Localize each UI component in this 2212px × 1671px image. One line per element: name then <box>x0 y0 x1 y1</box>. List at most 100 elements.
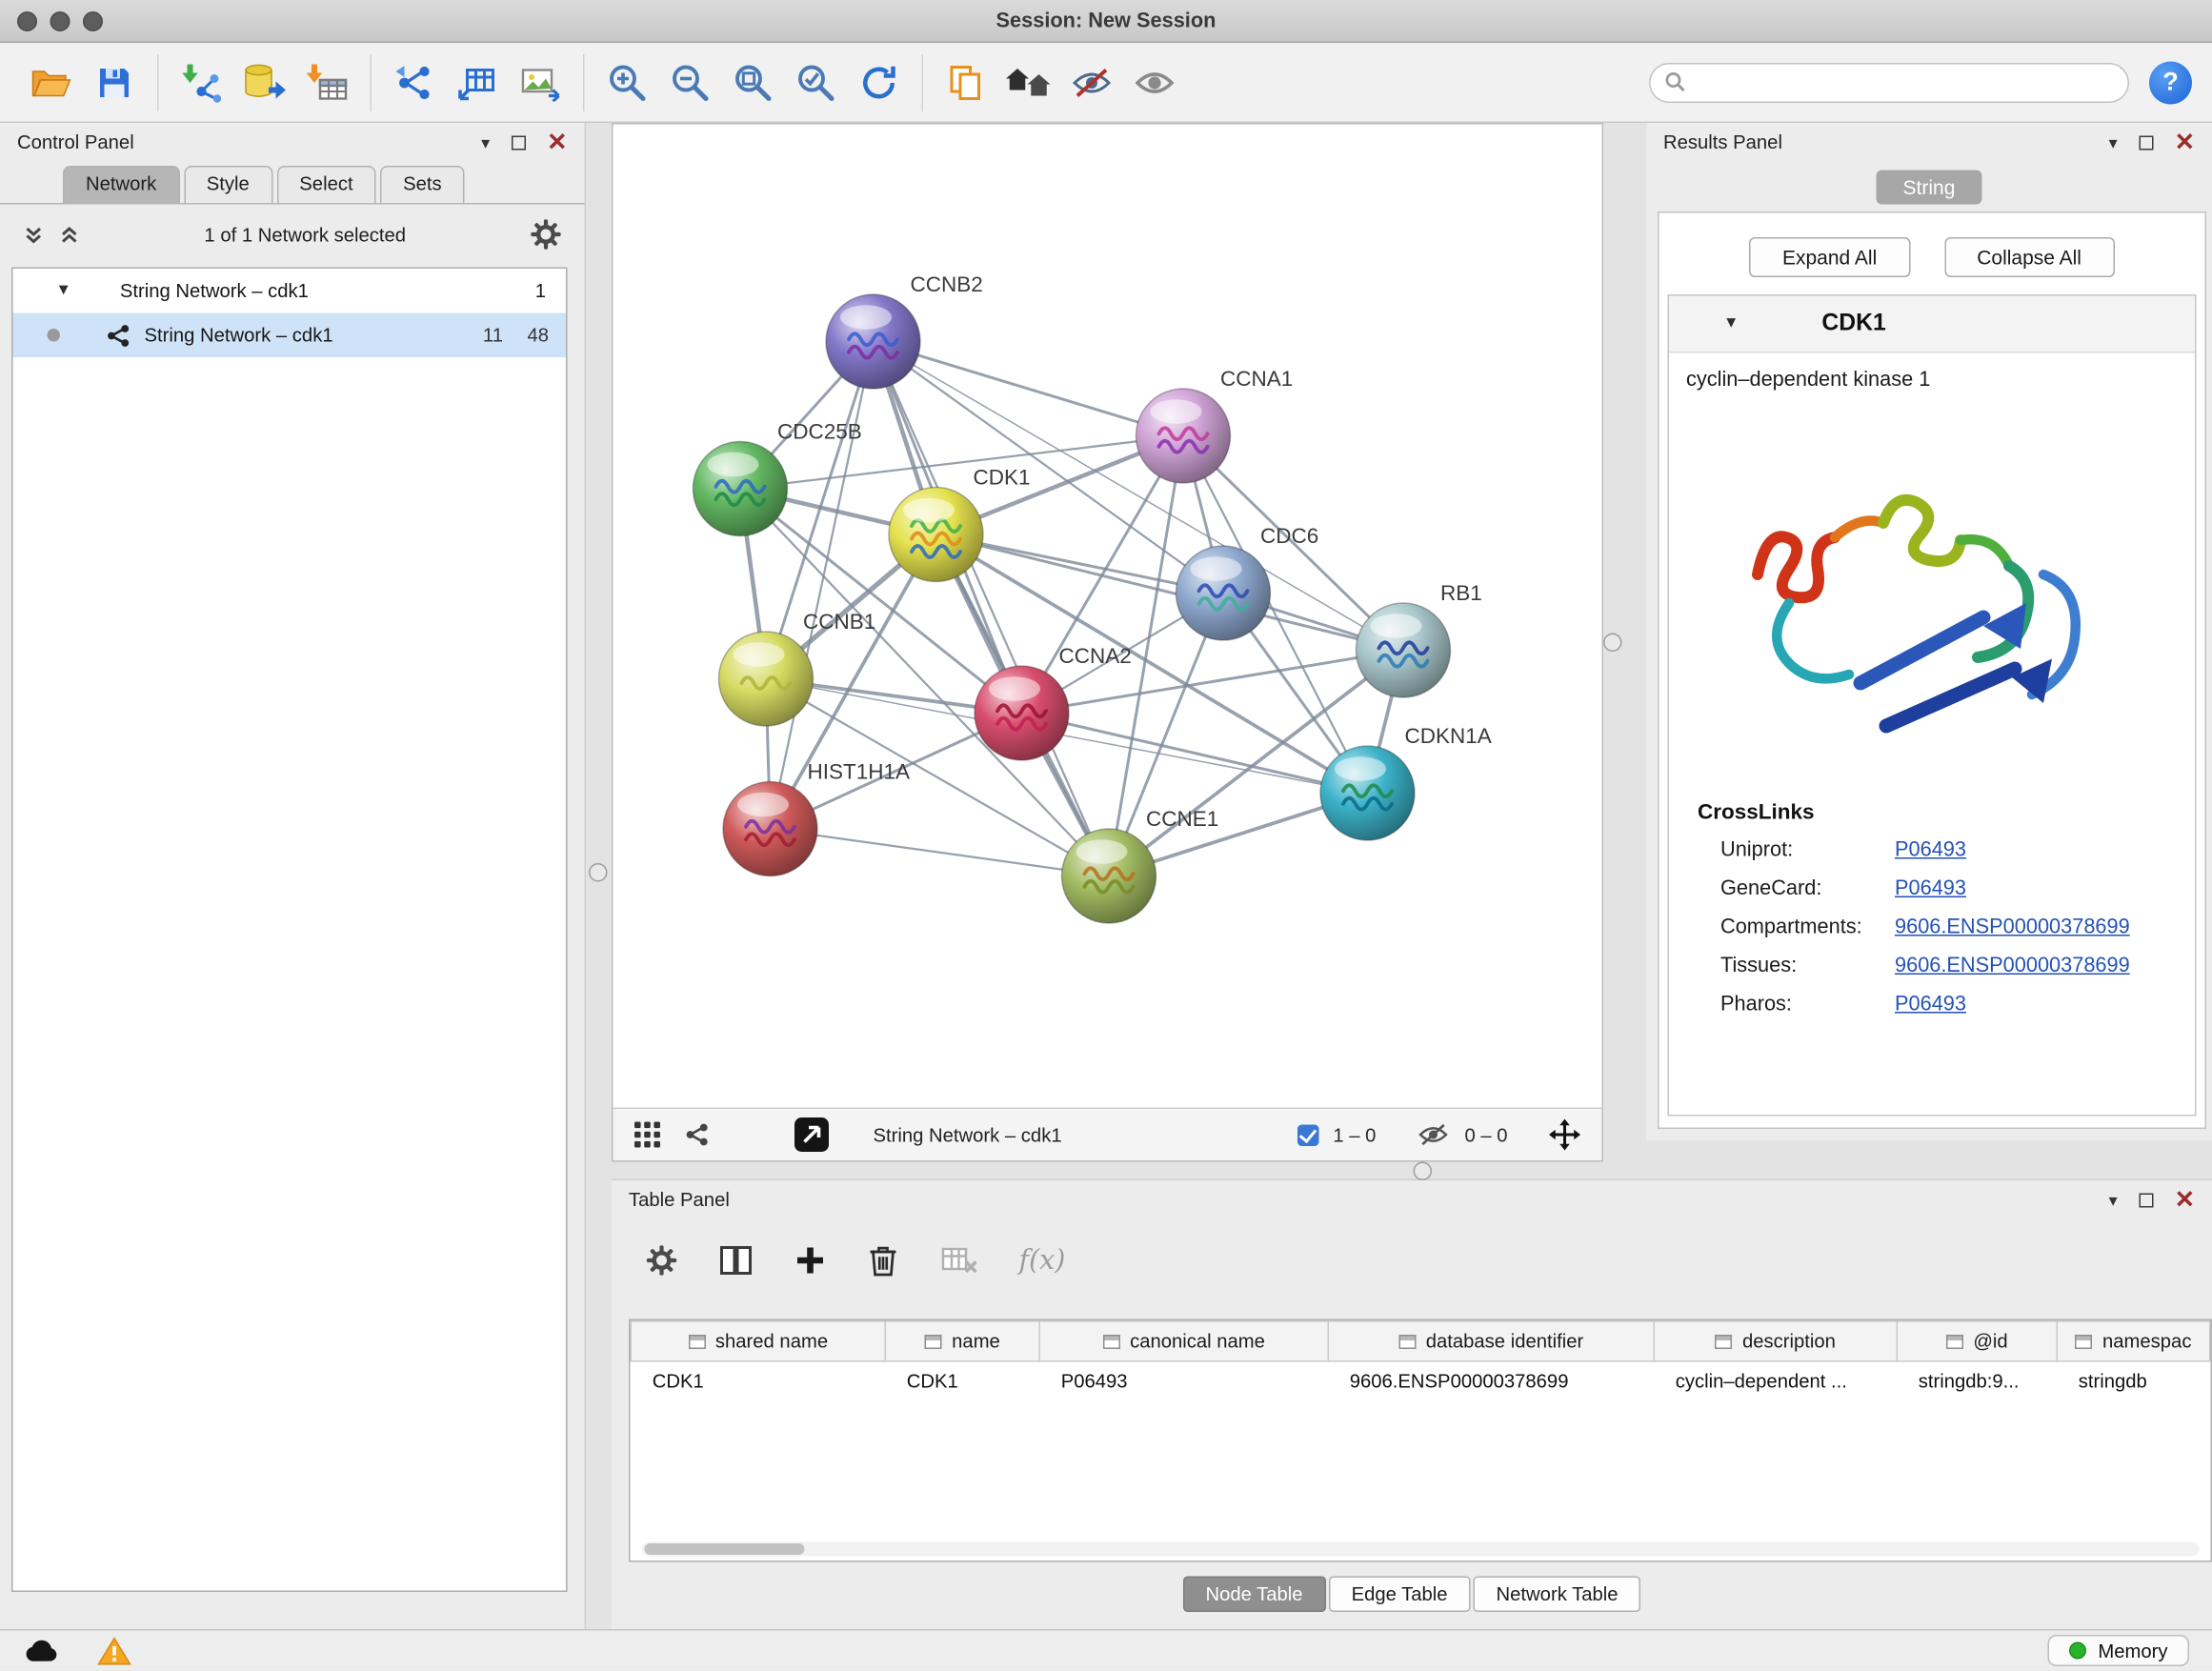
disclosure-triangle-icon[interactable]: ▼ <box>1723 316 1739 332</box>
show-columns-icon[interactable] <box>719 1245 754 1277</box>
tab-network-table[interactable]: Network Table <box>1474 1577 1641 1613</box>
import-network-database-button[interactable] <box>233 53 296 111</box>
network-row-selected[interactable]: String Network – cdk1 11 48 <box>13 313 567 358</box>
horizontal-scrollbar[interactable] <box>642 1542 2200 1557</box>
close-panel-icon[interactable]: ✕ <box>547 131 567 155</box>
duplicate-document-button[interactable] <box>935 53 997 111</box>
table-cell[interactable]: stringdb <box>2057 1361 2210 1401</box>
home-button[interactable] <box>997 53 1060 111</box>
refresh-layout-button[interactable] <box>848 53 911 111</box>
pan-crosshair-icon[interactable] <box>1548 1117 1582 1152</box>
gear-icon[interactable] <box>531 219 562 251</box>
network-edge[interactable] <box>771 342 874 830</box>
panel-menu-icon[interactable]: ▾ <box>481 133 490 151</box>
zoom-fit-button[interactable] <box>722 53 785 111</box>
tab-sets[interactable]: Sets <box>380 166 465 203</box>
column-header-name[interactable]: name <box>885 1321 1039 1361</box>
close-panel-icon[interactable]: ✕ <box>2175 131 2195 155</box>
warning-icon[interactable] <box>97 1636 131 1666</box>
close-window-button[interactable] <box>17 11 37 31</box>
crosslink-link[interactable]: P06493 <box>1895 877 1966 900</box>
collapse-all-chevron-icon[interactable] <box>23 224 45 246</box>
tab-style[interactable]: Style <box>184 166 272 203</box>
zoom-selected-button[interactable] <box>785 53 848 111</box>
gene-header[interactable]: ▼ CDK1 <box>1669 296 2195 353</box>
float-panel-icon[interactable] <box>2139 1193 2153 1207</box>
column-header--id[interactable]: @id <box>1897 1321 2057 1361</box>
float-panel-icon[interactable] <box>512 135 526 150</box>
tab-node-table[interactable]: Node Table <box>1182 1577 1325 1613</box>
table-cell[interactable]: P06493 <box>1039 1361 1328 1401</box>
tab-network[interactable]: Network <box>63 166 179 203</box>
table-row[interactable]: CDK1CDK1P064939606.ENSP00000378699cyclin… <box>631 1361 2210 1401</box>
network-node-cdk1[interactable]: CDK1 <box>889 466 1031 582</box>
table-cell[interactable]: cyclin–dependent ... <box>1654 1361 1897 1401</box>
new-table-button[interactable] <box>446 53 509 111</box>
zoom-in-button[interactable] <box>596 53 659 111</box>
crosslink-link[interactable]: P06493 <box>1895 994 1966 1017</box>
network-collection-row[interactable]: ▼ String Network – cdk1 1 <box>13 269 567 313</box>
grid-view-icon[interactable] <box>633 1120 662 1149</box>
network-node-ccna1[interactable]: CCNA1 <box>1136 367 1294 483</box>
column-header-namespac[interactable]: namespac <box>2057 1321 2210 1361</box>
tab-select[interactable]: Select <box>276 166 375 203</box>
column-header-description[interactable]: description <box>1654 1321 1897 1361</box>
float-panel-icon[interactable] <box>2139 135 2153 150</box>
network-node-ccnb1[interactable]: CCNB1 <box>719 610 876 726</box>
new-network-button[interactable] <box>383 53 446 111</box>
zoom-out-button[interactable] <box>659 53 722 111</box>
network-node-rb1[interactable]: RB1 <box>1357 581 1482 697</box>
show-details-button[interactable] <box>1123 53 1186 111</box>
detach-view-button[interactable] <box>794 1117 831 1154</box>
save-session-button[interactable] <box>83 53 146 111</box>
network-edge[interactable] <box>771 829 1110 876</box>
splitter-handle-left[interactable] <box>589 863 608 882</box>
open-session-button[interactable] <box>20 53 83 111</box>
network-node-cdkn1a[interactable]: CDKN1A <box>1320 724 1492 840</box>
network-edge[interactable] <box>936 534 1404 651</box>
collapse-all-button[interactable]: Collapse All <box>1944 237 2115 277</box>
splitter-handle-right[interactable] <box>1603 634 1622 653</box>
memory-button[interactable]: Memory <box>2048 1636 2189 1667</box>
panel-menu-icon[interactable]: ▾ <box>2109 1191 2118 1208</box>
network-node-hist1h1a[interactable]: HIST1H1A <box>723 760 910 876</box>
disclosure-triangle-icon[interactable]: ▼ <box>56 283 71 299</box>
tab-edge-table[interactable]: Edge Table <box>1329 1577 1471 1613</box>
maximize-window-button[interactable] <box>83 11 103 31</box>
export-image-button[interactable] <box>509 53 572 111</box>
network-edge[interactable] <box>874 342 1184 436</box>
minimize-window-button[interactable] <box>50 11 70 31</box>
column-header-shared-name[interactable]: shared name <box>631 1321 885 1361</box>
hide-details-button[interactable] <box>1060 53 1123 111</box>
share-network-icon[interactable] <box>685 1123 711 1146</box>
add-column-icon[interactable] <box>794 1245 826 1277</box>
table-cell[interactable]: CDK1 <box>885 1361 1039 1401</box>
expand-all-button[interactable]: Expand All <box>1749 237 1909 277</box>
delete-icon[interactable] <box>868 1243 899 1278</box>
scrollbar-thumb[interactable] <box>645 1543 805 1555</box>
network-edge[interactable] <box>874 342 1110 876</box>
table-cell[interactable]: stringdb:9... <box>1897 1361 2057 1401</box>
gear-icon[interactable] <box>646 1245 677 1277</box>
close-panel-icon[interactable]: ✕ <box>2175 1188 2195 1213</box>
panel-menu-icon[interactable]: ▾ <box>2109 133 2118 151</box>
expand-all-chevron-icon[interactable] <box>59 224 81 246</box>
network-canvas[interactable]: CCNB2CCNA1CDC25BCDK1CDC6RB1CCNB1CCNA2CDK… <box>613 125 1602 1108</box>
splitter-handle-bottom[interactable] <box>1414 1162 1433 1181</box>
string-tab[interactable]: String <box>1876 171 1982 205</box>
help-button[interactable]: ? <box>2149 61 2192 104</box>
hidden-items-icon[interactable] <box>1416 1122 1450 1148</box>
column-header-canonical-name[interactable]: canonical name <box>1039 1321 1328 1361</box>
network-edge[interactable] <box>1022 714 1368 794</box>
table-cell[interactable]: 9606.ENSP00000378699 <box>1328 1361 1654 1401</box>
crosslink-link[interactable]: P06493 <box>1895 839 1966 862</box>
import-table-file-button[interactable] <box>296 53 359 111</box>
network-node-ccnb2[interactable]: CCNB2 <box>826 272 983 389</box>
search-input[interactable] <box>1697 71 2114 93</box>
column-header-database-identifier[interactable]: database identifier <box>1328 1321 1654 1361</box>
cloud-icon[interactable] <box>23 1639 60 1664</box>
search-box[interactable] <box>1649 62 2129 102</box>
crosslink-link[interactable]: 9606.ENSP00000378699 <box>1895 916 2130 939</box>
crosslink-link[interactable]: 9606.ENSP00000378699 <box>1895 955 2130 977</box>
selected-nodes-checkbox[interactable] <box>1297 1124 1319 1146</box>
